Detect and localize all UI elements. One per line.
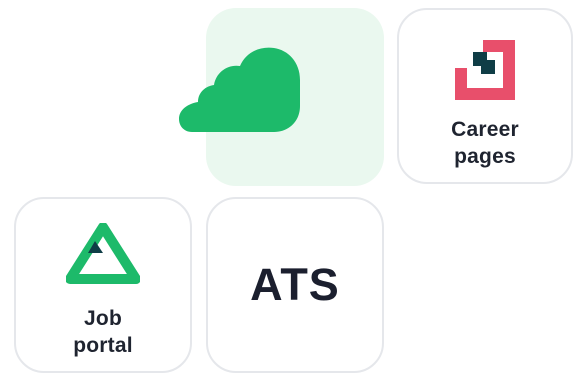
cloud-icon [179,47,300,132]
job-portal-label: Job portal [73,307,133,357]
career-pages-label: Career pages [451,118,519,168]
job-portal-card[interactable]: Job portal [14,197,192,373]
ats-card[interactable]: ATS [206,197,384,373]
career-pages-logo-icon [455,40,515,100]
career-pages-card[interactable]: Career pages [397,8,573,184]
ats-label: ATS [250,259,340,310]
job-portal-triangle-icon [66,223,140,284]
